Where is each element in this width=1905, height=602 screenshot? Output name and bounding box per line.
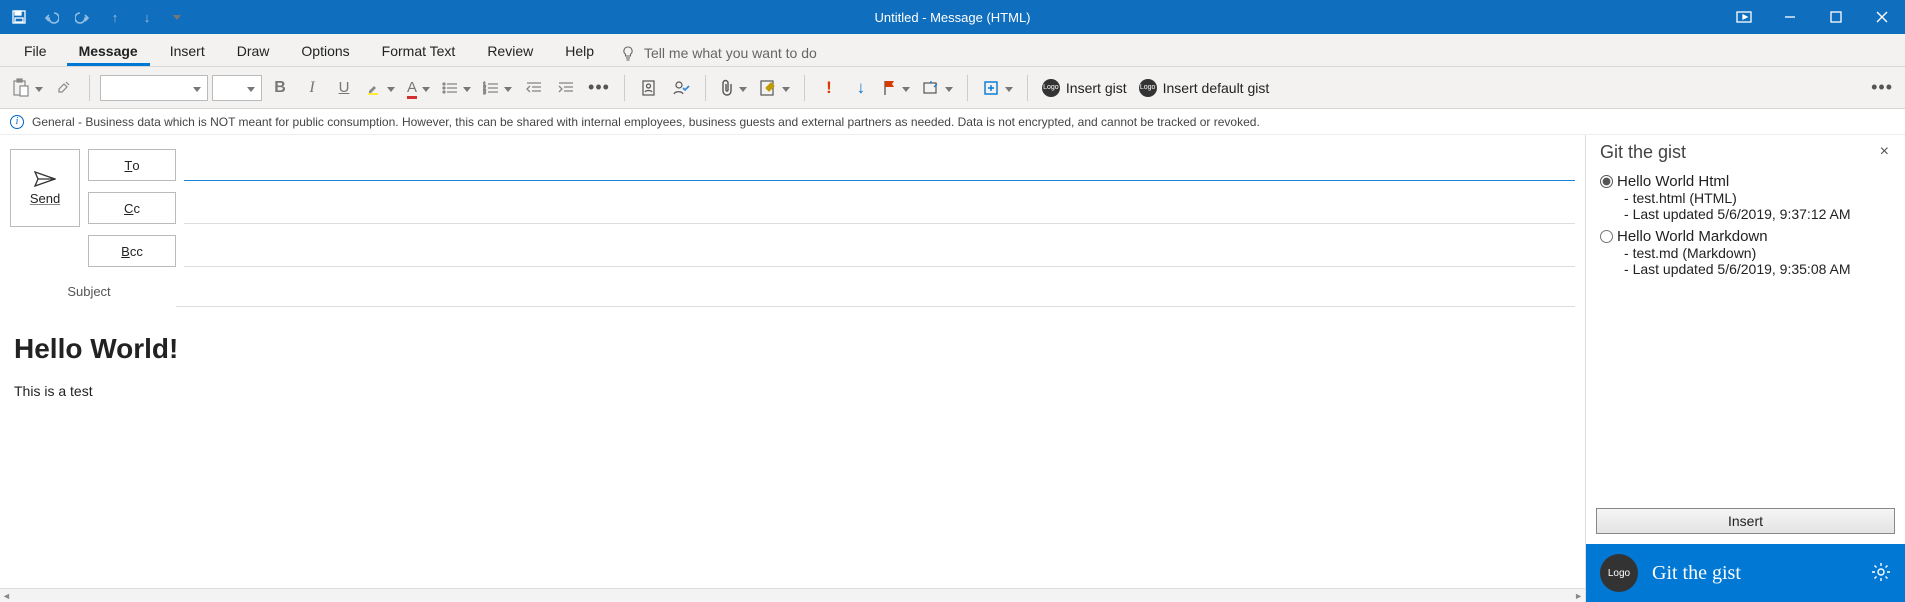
signature-button[interactable] [755, 74, 794, 102]
subject-field[interactable] [176, 275, 1575, 307]
insert-default-gist-button[interactable]: Logo Insert default gist [1135, 74, 1274, 102]
qat-customize-icon[interactable] [168, 6, 182, 28]
assign-policy-button[interactable] [918, 74, 957, 102]
info-text: General - Business data which is NOT mea… [32, 115, 1260, 129]
logo-icon: Logo [1139, 79, 1157, 97]
to-field[interactable] [184, 149, 1575, 181]
ribbon-options-icon[interactable] [1721, 0, 1767, 34]
tab-review[interactable]: Review [475, 36, 545, 66]
tab-draw[interactable]: Draw [225, 36, 282, 66]
addin-panel: Git the gist × Hello World Html test.htm… [1585, 135, 1905, 602]
address-book-button[interactable] [635, 74, 663, 102]
tell-me-placeholder: Tell me what you want to do [644, 45, 817, 61]
low-importance-button[interactable]: ↓ [847, 74, 875, 102]
tab-format-text[interactable]: Format Text [370, 36, 468, 66]
maximize-button[interactable] [1813, 0, 1859, 34]
bold-button[interactable]: B [266, 74, 294, 102]
insert-gist-button[interactable]: Logo Insert gist [1038, 74, 1131, 102]
gist-list: Hello World Html test.html (HTML) Last u… [1586, 167, 1905, 502]
gist-file-label: test.md (Markdown) [1600, 245, 1891, 261]
more-formatting-button[interactable]: ••• [584, 74, 614, 102]
paste-button[interactable] [8, 74, 47, 102]
tell-me-search[interactable]: Tell me what you want to do [620, 45, 817, 66]
ribbon-overflow-button[interactable]: ••• [1867, 74, 1897, 102]
title-bar: ↑ ↓ Untitled - Message (HTML) [0, 0, 1905, 34]
save-icon[interactable] [8, 6, 30, 28]
panel-close-button[interactable]: × [1874, 141, 1895, 163]
gist-title-label: Hello World Markdown [1617, 228, 1768, 245]
body-heading: Hello World! [14, 333, 1571, 365]
gist-updated-label: Last updated 5/6/2019, 9:35:08 AM [1600, 261, 1891, 277]
panel-insert-button[interactable]: Insert [1596, 508, 1895, 534]
gist-updated-label: Last updated 5/6/2019, 9:37:12 AM [1600, 206, 1891, 222]
ribbon-tabs: File Message Insert Draw Options Format … [0, 34, 1905, 67]
tab-insert[interactable]: Insert [158, 36, 217, 66]
to-button[interactable]: To [88, 149, 176, 181]
redo-icon[interactable] [72, 6, 94, 28]
lightbulb-icon [620, 45, 636, 61]
bullets-button[interactable] [438, 74, 475, 102]
gist-radio[interactable] [1600, 230, 1613, 243]
send-label: Send [30, 191, 60, 206]
cc-field[interactable] [184, 192, 1575, 224]
bcc-field[interactable] [184, 235, 1575, 267]
gist-item[interactable]: Hello World Html test.html (HTML) Last u… [1600, 173, 1891, 222]
font-name-combo[interactable] [100, 75, 208, 101]
undo-icon[interactable] [40, 6, 62, 28]
tab-file[interactable]: File [12, 36, 59, 66]
check-names-button[interactable] [667, 74, 695, 102]
gist-radio[interactable] [1600, 175, 1613, 188]
tab-help[interactable]: Help [553, 36, 606, 66]
highlight-button[interactable] [362, 74, 399, 102]
underline-button[interactable]: U [330, 74, 358, 102]
subject-label: Subject [10, 284, 168, 299]
sensitivity-button[interactable] [978, 74, 1017, 102]
minimize-button[interactable] [1767, 0, 1813, 34]
follow-up-button[interactable] [879, 74, 914, 102]
increase-indent-button[interactable] [552, 74, 580, 102]
italic-button[interactable]: I [298, 74, 326, 102]
message-body[interactable]: Hello World! This is a test [10, 307, 1575, 409]
send-button[interactable]: Send [10, 149, 80, 227]
format-painter-button[interactable] [51, 74, 79, 102]
scroll-right-icon[interactable]: ► [1574, 591, 1583, 601]
gist-item[interactable]: Hello World Markdown test.md (Markdown) … [1600, 228, 1891, 277]
tab-message[interactable]: Message [67, 36, 150, 66]
down-arrow-icon[interactable]: ↓ [136, 6, 158, 28]
font-color-button[interactable]: A [403, 74, 434, 102]
sensitivity-info-bar: i General - Business data which is NOT m… [0, 109, 1905, 135]
scroll-left-icon[interactable]: ◄ [2, 591, 11, 601]
logo-icon: Logo [1042, 79, 1060, 97]
settings-gear-icon[interactable] [1871, 562, 1891, 585]
attach-file-button[interactable] [716, 74, 751, 102]
decrease-indent-button[interactable] [520, 74, 548, 102]
tab-options[interactable]: Options [289, 36, 361, 66]
gist-title-label: Hello World Html [1617, 173, 1729, 190]
footer-title: Git the gist [1652, 562, 1741, 585]
cc-button[interactable]: Cc [88, 192, 176, 224]
svg-text:3: 3 [483, 90, 486, 95]
horizontal-scrollbar[interactable]: ◄ ► [0, 588, 1585, 602]
panel-title: Git the gist [1600, 142, 1686, 163]
numbering-button[interactable]: 123 [479, 74, 516, 102]
ribbon-toolbar: B I U A 123 ••• ! ↓ Logo [0, 67, 1905, 109]
panel-footer: Logo Git the gist [1586, 544, 1905, 602]
font-size-combo[interactable] [212, 75, 262, 101]
high-importance-button[interactable]: ! [815, 74, 843, 102]
send-icon [34, 171, 56, 187]
body-paragraph: This is a test [14, 383, 1571, 399]
compose-area: Send To Cc Bcc Subject Hello World! This… [0, 135, 1585, 602]
up-arrow-icon[interactable]: ↑ [104, 6, 126, 28]
close-button[interactable] [1859, 0, 1905, 34]
window-title: Untitled - Message (HTML) [874, 10, 1030, 25]
bcc-button[interactable]: Bcc [88, 235, 176, 267]
info-icon: i [10, 115, 24, 129]
gist-file-label: test.html (HTML) [1600, 190, 1891, 206]
footer-logo-icon: Logo [1600, 554, 1638, 592]
